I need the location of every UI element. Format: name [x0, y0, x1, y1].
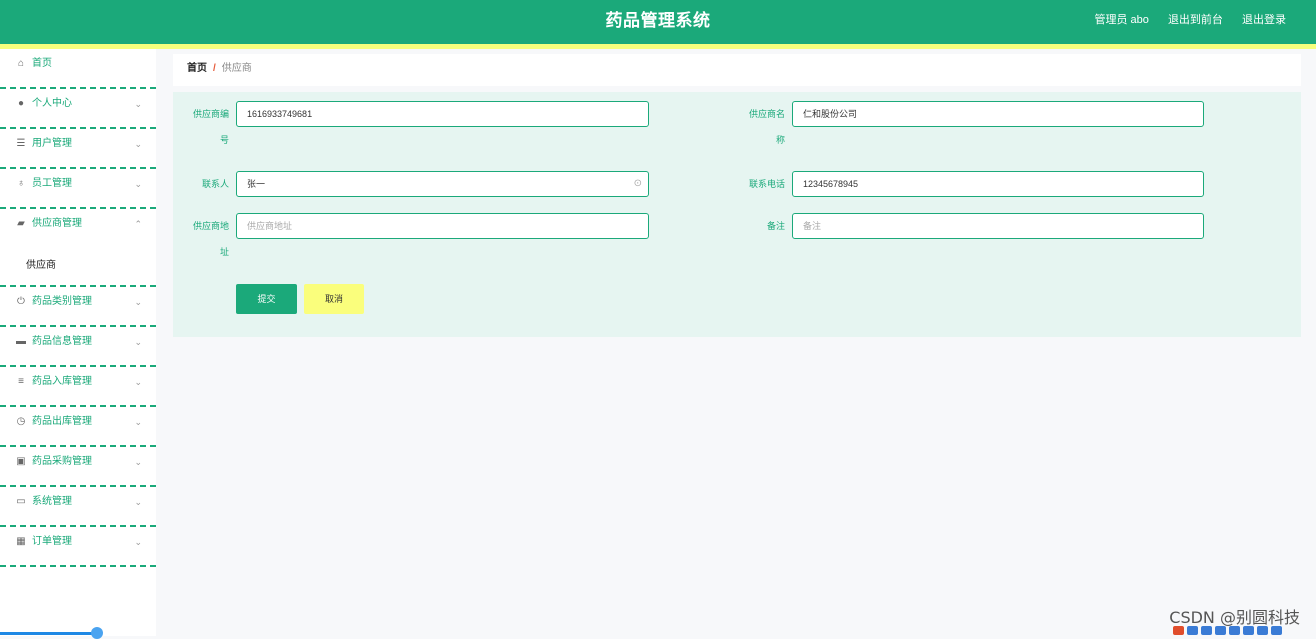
supplier-icon: ▰ — [17, 218, 25, 229]
sidebar-item-orders[interactable]: ▦ 订单管理 ⌄ — [0, 527, 156, 567]
chevron-down-icon: ⌄ — [134, 377, 142, 387]
sidebar-item-drug-info[interactable]: ▬ 药品信息管理 ⌄ — [0, 327, 156, 367]
scroll-track[interactable] — [0, 632, 100, 635]
logout-link[interactable]: 退出登录 — [1242, 14, 1286, 26]
clock-icon: ◷ — [16, 416, 26, 427]
phone-input[interactable]: 12345678945 — [792, 171, 1204, 197]
sidebar-item-staff[interactable]: ♁ 员工管理 ⌄ — [0, 169, 156, 209]
chevron-down-icon: ⌄ — [134, 497, 142, 507]
supplier-no-input[interactable]: 1616933749681 — [236, 101, 649, 127]
sidebar-item-profile[interactable]: ● 个人中心 ⌄ — [0, 89, 156, 129]
supplier-name-input[interactable]: 仁和股份公司 — [792, 101, 1204, 127]
admin-user-link[interactable]: 管理员 abo — [1094, 14, 1148, 26]
address-label: 供应商地 址 — [183, 213, 229, 265]
address-label-line1: 供应商地 — [192, 221, 229, 231]
chevron-down-icon: ⌄ — [134, 537, 142, 547]
sidebar-item-users[interactable]: ☰ 用户管理 ⌄ — [0, 129, 156, 169]
contact-input[interactable]: 张一 ⊙ — [236, 171, 649, 197]
address-label-line2: 址 — [219, 247, 229, 257]
sidebar-item-label: 首页 — [32, 58, 52, 69]
tray-icon[interactable] — [1243, 626, 1254, 635]
chevron-down-icon: ⌄ — [134, 457, 142, 467]
sidebar-item-label: 药品信息管理 — [32, 336, 92, 347]
sidebar-item-drug-purchase[interactable]: ▣ 药品采购管理 ⌄ — [0, 447, 156, 487]
sidebar: ⌂ 首页 ● 个人中心 ⌄ ☰ 用户管理 ⌄ ♁ 员工管理 ⌄ ▰ 供应商管理 … — [0, 49, 156, 639]
tray-icon[interactable] — [1187, 626, 1198, 635]
chevron-down-icon: ⌄ — [134, 417, 142, 427]
sidebar-item-label: 用户管理 — [32, 138, 72, 149]
sidebar-item-supplier[interactable]: ▰ 供应商管理 ⌃ — [0, 209, 156, 247]
supplier-no-label: 供应商编 号 — [183, 101, 229, 153]
chevron-down-icon: ⌄ — [134, 337, 142, 347]
scroll-handle[interactable] — [91, 627, 103, 639]
contact-label: 联系人 — [201, 179, 229, 189]
sidebar-item-home[interactable]: ⌂ 首页 — [0, 49, 156, 89]
breadcrumb-home[interactable]: 首页 — [187, 63, 207, 74]
sidebar-item-drug-inbound[interactable]: ≡ 药品入库管理 ⌄ — [0, 367, 156, 407]
sogou-icon[interactable] — [1173, 626, 1184, 635]
sidebar-item-label: 药品入库管理 — [32, 376, 92, 387]
microphone-icon: ♁ — [17, 178, 25, 189]
accent-bar — [0, 44, 1316, 49]
system-tray — [1170, 626, 1310, 636]
clear-icon[interactable]: ⊙ — [634, 172, 642, 196]
power-icon: ⏻ — [17, 296, 25, 307]
sidebar-item-drug-category[interactable]: ⏻ 药品类别管理 ⌄ — [0, 287, 156, 327]
sidebar-subitem-supplier[interactable]: 供应商 — [0, 247, 156, 287]
tray-icon[interactable] — [1229, 626, 1240, 635]
chevron-down-icon: ⌄ — [134, 139, 142, 149]
supplier-name-label-line2: 称 — [775, 135, 785, 145]
supplier-no-label-line1: 供应商编 — [192, 109, 229, 119]
tray-icon[interactable] — [1257, 626, 1268, 635]
header-actions: 管理员 abo 退出到前台 退出登录 — [1078, 0, 1286, 40]
remark-input[interactable]: 备注 — [792, 213, 1204, 239]
menu-icon: ≡ — [18, 376, 24, 387]
phone-label: 联系电话 — [748, 179, 785, 189]
grid-icon: ▦ — [16, 536, 26, 547]
supplier-no-label-line2: 号 — [219, 135, 229, 145]
sidebar-item-label: 药品类别管理 — [32, 296, 92, 307]
briefcase-icon: ▬ — [16, 336, 26, 347]
home-icon: ⌂ — [17, 58, 25, 69]
sidebar-item-label: 员工管理 — [32, 178, 72, 189]
cancel-button[interactable]: 取消 — [304, 284, 364, 314]
user-icon: ● — [17, 98, 25, 109]
supplier-name-label: 供应商名 称 — [733, 101, 785, 153]
tray-icon[interactable] — [1215, 626, 1226, 635]
chevron-up-icon: ⌃ — [134, 219, 142, 229]
contact-value: 张一 — [247, 179, 266, 189]
list-icon: ☰ — [16, 138, 26, 149]
supplier-name-label-line1: 供应商名 — [748, 109, 785, 119]
chevron-down-icon: ⌄ — [134, 179, 142, 189]
breadcrumb-separator: / — [213, 63, 216, 74]
sidebar-item-label: 药品采购管理 — [32, 456, 92, 467]
chevron-down-icon: ⌄ — [134, 99, 142, 109]
chevron-down-icon: ⌄ — [134, 297, 142, 307]
top-bar: 药品管理系统 管理员 abo 退出到前台 退出登录 — [0, 0, 1316, 44]
remark-label: 备注 — [766, 221, 785, 231]
breadcrumb: 首页 / 供应商 — [173, 54, 1301, 86]
supplier-form: 供应商编 号 1616933749681 供应商名 称 仁和股份公司 联系人 张… — [173, 92, 1301, 337]
sidebar-item-label: 供应商管理 — [32, 218, 82, 229]
breadcrumb-current: 供应商 — [221, 63, 252, 74]
tray-icon[interactable] — [1271, 626, 1282, 635]
address-input[interactable]: 供应商地址 — [236, 213, 649, 239]
sidebar-item-label: 药品出库管理 — [32, 416, 92, 427]
sidebar-item-label: 订单管理 — [32, 536, 72, 547]
sidebar-item-label: 系统管理 — [32, 496, 72, 507]
sidebar-item-drug-outbound[interactable]: ◷ 药品出库管理 ⌄ — [0, 407, 156, 447]
back-to-front-link[interactable]: 退出到前台 — [1168, 14, 1223, 26]
clipboard-icon: ▣ — [16, 456, 26, 467]
chat-icon: ▭ — [16, 496, 26, 507]
watermark: CSDN @别圆科技 — [1169, 608, 1300, 627]
sidebar-item-system[interactable]: ▭ 系统管理 ⌄ — [0, 487, 156, 527]
submit-button[interactable]: 提交 — [236, 284, 297, 314]
tray-icon[interactable] — [1201, 626, 1212, 635]
sidebar-item-label: 个人中心 — [32, 98, 72, 109]
